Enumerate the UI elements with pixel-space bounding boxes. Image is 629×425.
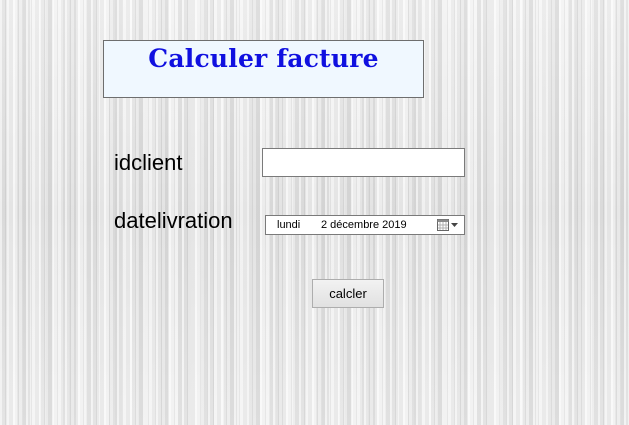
- page-title: Calculer facture: [148, 44, 379, 73]
- datelivration-picker[interactable]: lundi 2 décembre 2019: [265, 215, 465, 235]
- title-panel: Calculer facture: [103, 40, 424, 98]
- calendar-dropdown-icon[interactable]: [437, 219, 459, 231]
- datelivration-label: datelivration: [114, 208, 233, 233]
- date-day-text: lundi: [277, 219, 301, 231]
- date-value-text: 2 décembre 2019: [321, 219, 407, 231]
- idclient-label: idclient: [114, 150, 183, 175]
- idclient-input[interactable]: [262, 148, 465, 177]
- calculate-button[interactable]: calcler: [312, 279, 384, 308]
